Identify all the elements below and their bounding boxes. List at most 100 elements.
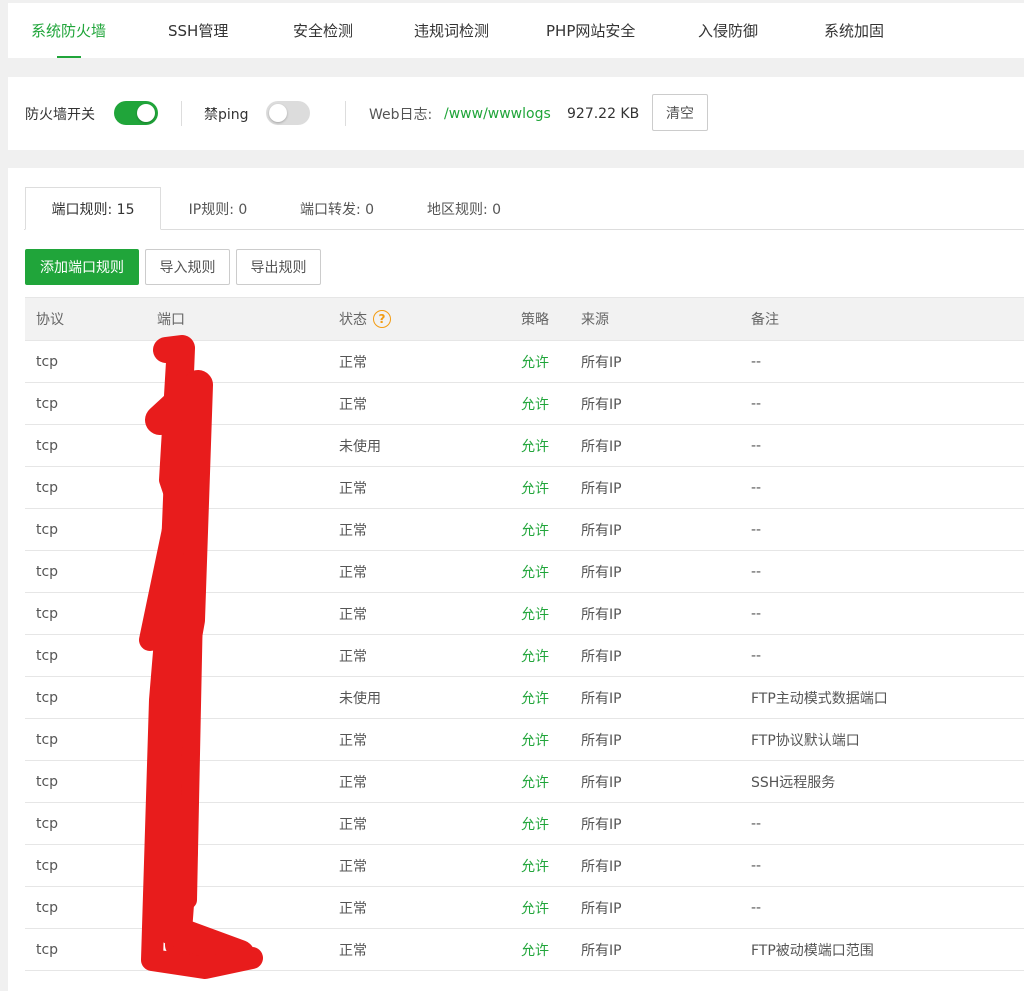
table-row: tcp 正常 允许 所有IP -- <box>25 383 1024 425</box>
subtab-port-rules[interactable]: 端口规则: 15 <box>25 187 161 230</box>
cell-policy[interactable]: 允许 <box>521 845 549 886</box>
cell-protocol: tcp <box>36 731 59 748</box>
cell-note: FTP主动模式数据端口 <box>751 690 888 707</box>
table-row: tcp 正常 允许 所有IP FTP被动模端口范围 <box>25 929 1024 971</box>
weblog-path-link[interactable]: /www/wwwlogs <box>444 77 551 150</box>
tab-php-security[interactable]: PHP网站安全 <box>546 3 635 58</box>
subtab-region-rules[interactable]: 地区规则: 0 <box>408 187 520 230</box>
clear-log-button[interactable]: 清空 <box>652 94 708 131</box>
active-tab-underline <box>56 56 81 58</box>
tab-ssh-manage[interactable]: SSH管理 <box>168 3 228 58</box>
table-row: tcp 正常 允许 所有IP -- <box>25 635 1024 677</box>
table-row: tcp 正常 允许 所有IP -- <box>25 467 1024 509</box>
table-row: tcp 正常 允许 所有IP -- <box>25 509 1024 551</box>
cell-status: 正常 <box>339 396 367 413</box>
header-policy: 策略 <box>521 312 549 328</box>
cell-note: FTP协议默认端口 <box>751 732 860 749</box>
cell-status: 未使用 <box>339 438 381 455</box>
cell-policy[interactable]: 允许 <box>521 635 549 676</box>
cell-source: 所有IP <box>581 438 622 455</box>
table-row: tcp 正常 允许 所有IP -- <box>25 593 1024 635</box>
cell-source: 所有IP <box>581 816 622 833</box>
cell-note: -- <box>751 353 762 370</box>
cell-policy[interactable]: 允许 <box>521 719 549 760</box>
cell-note: -- <box>751 605 762 622</box>
cell-note: -- <box>751 521 762 538</box>
cell-policy[interactable]: 允许 <box>521 887 549 928</box>
question-circle-icon[interactable]: ? <box>373 310 391 328</box>
cell-protocol: tcp <box>36 479 59 496</box>
tab-label: 系统防火墙 <box>31 22 107 40</box>
ping-toggle[interactable] <box>266 101 310 125</box>
port-rules-table: 协议 端口 状态 ? 策略 来源 备注 tcp 正常 允许 所有IP -- tcp 正常 允许… <box>25 297 1024 971</box>
cell-source: 所有IP <box>581 480 622 497</box>
cell-note: -- <box>751 437 762 454</box>
tab-label: 系统加固 <box>824 22 885 40</box>
cell-status: 正常 <box>339 606 367 623</box>
cell-policy[interactable]: 允许 <box>521 929 549 970</box>
cell-policy[interactable]: 允许 <box>521 383 549 424</box>
cell-protocol: tcp <box>36 899 59 916</box>
export-rules-button[interactable]: 导出规则 <box>236 249 321 285</box>
cell-note: -- <box>751 647 762 664</box>
cell-policy[interactable]: 允许 <box>521 341 549 382</box>
table-row: tcp 未使用 允许 所有IP -- <box>25 425 1024 467</box>
cell-source: 所有IP <box>581 564 622 581</box>
tab-system-hardening[interactable]: 系统加固 <box>824 3 884 58</box>
cell-status: 正常 <box>339 648 367 665</box>
top-tab-bar: 系统防火墙 SSH管理 安全检测 违规词检测 PHP网站安全 入侵防御 系统加固 <box>8 3 1024 58</box>
header-port: 端口 <box>157 312 185 328</box>
subtab-port-forward[interactable]: 端口转发: 0 <box>282 187 392 230</box>
cell-policy[interactable]: 允许 <box>521 593 549 634</box>
add-port-rule-button[interactable]: 添加端口规则 <box>25 249 139 285</box>
table-row: tcp 正常 允许 所有IP SSH远程服务 <box>25 761 1024 803</box>
cell-policy[interactable]: 允许 <box>521 425 549 466</box>
ping-switch-label: 禁ping <box>204 106 249 123</box>
cell-source: 所有IP <box>581 732 622 749</box>
cell-status: 正常 <box>339 522 367 539</box>
import-rules-button[interactable]: 导入规则 <box>145 249 230 285</box>
cell-protocol: tcp <box>36 689 59 706</box>
cell-status: 正常 <box>339 354 367 371</box>
weblog-label: Web日志: <box>369 106 433 123</box>
cell-source: 所有IP <box>581 774 622 791</box>
toggle-knob <box>137 104 155 122</box>
cell-source: 所有IP <box>581 606 622 623</box>
header-status: 状态 ? <box>339 298 391 340</box>
cell-note: -- <box>751 815 762 832</box>
cell-policy[interactable]: 允许 <box>521 761 549 802</box>
cell-note: -- <box>751 857 762 874</box>
cell-protocol: tcp <box>36 605 59 622</box>
cell-policy[interactable]: 允许 <box>521 509 549 550</box>
cell-note: FTP被动模端口范围 <box>751 942 874 959</box>
cell-policy[interactable]: 允许 <box>521 551 549 592</box>
cell-protocol: tcp <box>36 647 59 664</box>
cell-note: -- <box>751 899 762 916</box>
divider <box>345 101 346 126</box>
tab-intrusion-defense[interactable]: 入侵防御 <box>698 3 758 58</box>
divider <box>181 101 182 126</box>
cell-policy[interactable]: 允许 <box>521 467 549 508</box>
tab-label: 安全检测 <box>293 22 354 40</box>
cell-note: -- <box>751 563 762 580</box>
firewall-toggle[interactable] <box>114 101 158 125</box>
cell-source: 所有IP <box>581 396 622 413</box>
tab-system-firewall[interactable]: 系统防火墙 <box>31 3 106 58</box>
cell-policy[interactable]: 允许 <box>521 803 549 844</box>
subtab-ip-rules[interactable]: IP规则: 0 <box>168 187 268 230</box>
cell-source: 所有IP <box>581 690 622 707</box>
header-protocol: 协议 <box>36 312 64 328</box>
tab-word-check[interactable]: 违规词检测 <box>414 3 489 58</box>
tab-label: SSH管理 <box>168 22 229 40</box>
tab-security-check[interactable]: 安全检测 <box>293 3 353 58</box>
table-row: tcp 正常 允许 所有IP -- <box>25 341 1024 383</box>
cell-protocol: tcp <box>36 815 59 832</box>
firewall-settings-bar: 防火墙开关 禁ping Web日志: /www/wwwlogs 927.22 K… <box>8 77 1024 150</box>
header-status-label: 状态 <box>339 312 367 328</box>
cell-status: 正常 <box>339 942 367 959</box>
cell-source: 所有IP <box>581 522 622 539</box>
cell-protocol: tcp <box>36 353 59 370</box>
cell-source: 所有IP <box>581 900 622 917</box>
cell-protocol: tcp <box>36 773 59 790</box>
cell-policy[interactable]: 允许 <box>521 677 549 718</box>
